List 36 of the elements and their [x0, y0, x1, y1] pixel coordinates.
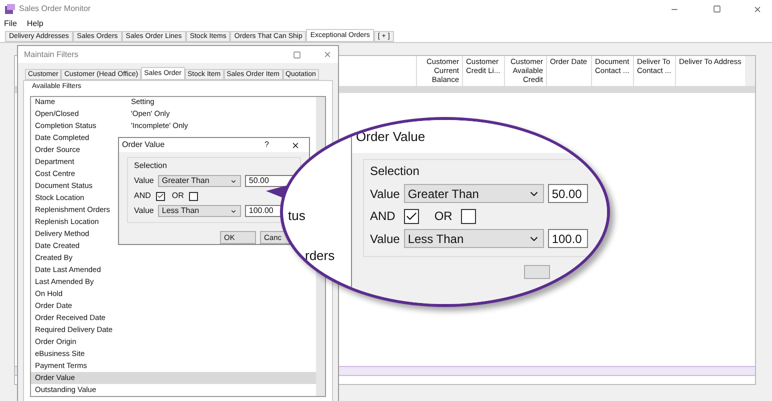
amount-field[interactable]: 50.00	[244, 175, 294, 187]
chevron-icon	[230, 208, 237, 214]
value-label: Value	[134, 205, 154, 217]
app-icon	[4, 4, 15, 14]
help-button[interactable]: ?	[264, 139, 269, 151]
close-icon[interactable]	[753, 4, 762, 14]
list-text: rders	[305, 247, 335, 265]
dialog-title: Maintain Filters	[24, 48, 78, 60]
value-label: Value	[134, 175, 154, 187]
menu-item[interactable]: Help	[26, 18, 44, 30]
and-label: AND	[370, 208, 396, 225]
close-icon[interactable]	[291, 140, 300, 150]
value-label: Value	[370, 230, 400, 248]
checkbox[interactable]	[156, 192, 165, 200]
operator-dropdown[interactable]: Less Than	[404, 229, 544, 248]
menu-item[interactable]: File	[4, 18, 17, 30]
dialog-title: Order Value	[122, 139, 165, 151]
operator-dropdown[interactable]: Greater Than	[158, 175, 241, 187]
amount-field[interactable]: 50.00	[548, 184, 588, 203]
and-label: AND	[134, 190, 151, 202]
value-label: Value	[370, 186, 400, 202]
group-label: Selection	[370, 163, 420, 180]
checkbox[interactable]	[404, 208, 420, 224]
or-label: OR	[434, 208, 452, 225]
window-title: Sales Order Monitor	[19, 3, 91, 15]
maximize-icon[interactable]	[293, 50, 301, 58]
operator-dropdown[interactable]: Greater Than	[404, 184, 544, 203]
amount-field[interactable]: 100.0	[548, 229, 588, 248]
chevron-icon	[230, 178, 237, 184]
scrollbar[interactable]	[745, 56, 755, 86]
checkbox[interactable]	[461, 208, 476, 224]
maximize-icon[interactable]	[713, 5, 721, 13]
group-label: Selection	[134, 160, 168, 172]
or-label: OR	[172, 190, 184, 202]
checkbox[interactable]	[188, 192, 198, 200]
operator-dropdown[interactable]: Less Than	[158, 205, 241, 217]
